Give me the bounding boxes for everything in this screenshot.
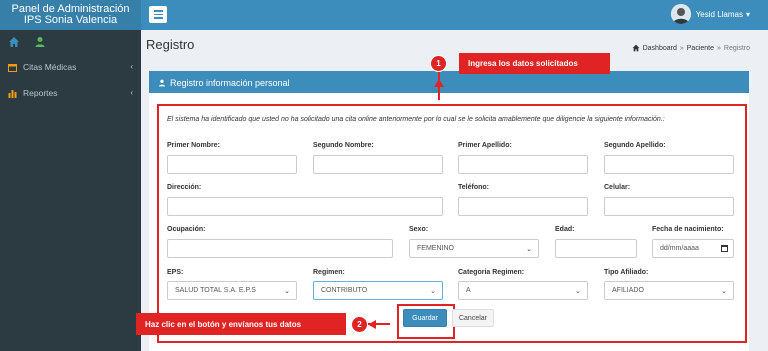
- direccion-label: Dirección:: [167, 184, 202, 191]
- sidebar-item-label: Reportes: [23, 88, 58, 98]
- segundo-apellido-input[interactable]: [604, 155, 734, 174]
- chevron-down-icon: ⌄: [284, 288, 290, 295]
- bar-chart-icon: [8, 89, 17, 98]
- categoria-regimen-label: Categoria Regimen:: [458, 269, 525, 276]
- primer-apellido-input[interactable]: [458, 155, 588, 174]
- edad-input[interactable]: [555, 239, 637, 258]
- tipo-afiliado-select[interactable]: AFILIADO ⌄: [604, 281, 734, 300]
- sidebar-item-reportes[interactable]: Reportes ‹: [0, 80, 141, 106]
- breadcrumb-registro: Registro: [723, 44, 750, 52]
- calendar-icon: [8, 63, 17, 72]
- regimen-label: Regimen:: [313, 269, 345, 276]
- brand[interactable]: Panel de Administración IPS Sonia Valenc…: [0, 0, 141, 30]
- sidebar-quick-icons: [0, 30, 141, 54]
- box-header: Registro información personal: [149, 73, 749, 93]
- breadcrumb-separator: »: [679, 44, 684, 52]
- segundo-nombre-label: Segundo Nombre:: [313, 142, 374, 149]
- registration-box: Registro información personal El sistema…: [149, 71, 749, 351]
- dashboard-icon: [632, 44, 639, 52]
- sidebar-item-label: Citas Médicas: [23, 62, 77, 72]
- ocupacion-label: Ocupación:: [167, 226, 206, 233]
- chevron-down-icon: ⌄: [526, 246, 532, 253]
- sidebar: Panel de Administración IPS Sonia Valenc…: [0, 0, 141, 351]
- main-content: Registro Dashboard » Paciente » Registro…: [141, 30, 768, 351]
- fecha-nacimiento-label: Fecha de nacimiento:: [652, 226, 724, 233]
- breadcrumb-dashboard[interactable]: Dashboard: [643, 45, 677, 52]
- breadcrumb: Dashboard » Paciente » Registro: [632, 44, 750, 52]
- breadcrumb-paciente[interactable]: Paciente: [687, 45, 714, 52]
- caret-down-icon: ▾: [745, 9, 750, 19]
- annotation-1-label: Ingresa los datos solicitados: [459, 53, 610, 74]
- info-notice: El sistema ha identificado que usted no …: [167, 116, 665, 123]
- annotation-1-number: 1: [430, 55, 447, 72]
- user-icon[interactable]: [34, 36, 46, 48]
- telefono-label: Teléfono:: [458, 184, 489, 191]
- top-navbar: Yesid Llamas ▾: [141, 0, 768, 30]
- eps-value: SALUD TOTAL S.A. E.P.S: [175, 287, 256, 294]
- categoria-regimen-value: A: [466, 287, 471, 294]
- breadcrumb-separator: »: [717, 44, 721, 52]
- arrow-right-icon: [368, 320, 376, 329]
- edad-label: Edad:: [555, 226, 575, 233]
- sexo-value: FEMENINO: [417, 245, 454, 252]
- segundo-apellido-label: Segundo Apellido:: [604, 142, 666, 149]
- annotation-2-number: 2: [351, 316, 368, 333]
- chevron-left-icon: ‹: [130, 88, 133, 97]
- arrow-up-icon: [434, 79, 444, 87]
- primer-nombre-input[interactable]: [167, 155, 297, 174]
- chevron-down-icon: ⌄: [721, 288, 727, 295]
- categoria-regimen-select[interactable]: A ⌄: [458, 281, 588, 300]
- celular-input[interactable]: [604, 197, 734, 216]
- chevron-left-icon: ‹: [130, 62, 133, 71]
- eps-select[interactable]: SALUD TOTAL S.A. E.P.S ⌄: [167, 281, 297, 300]
- cancel-button[interactable]: Cancelar: [452, 309, 494, 327]
- annotation-2-label: Haz clic en el botón y envíanos tus dato…: [136, 313, 346, 335]
- primer-apellido-label: Primer Apellido:: [458, 142, 512, 149]
- regimen-value: CONTRIBUTO: [321, 287, 368, 294]
- tipo-afiliado-label: Tipo Afiliado:: [604, 269, 649, 276]
- sexo-select[interactable]: FEMENINO ⌄: [409, 239, 539, 258]
- user-name: Yesid Llamas: [695, 9, 743, 19]
- calendar-icon[interactable]: [721, 245, 728, 252]
- avatar: [670, 4, 691, 24]
- sexo-label: Sexo:: [409, 226, 429, 233]
- ocupacion-input[interactable]: [167, 239, 393, 258]
- hamburger-icon[interactable]: [149, 6, 167, 23]
- brand-line2: IPS Sonia Valencia: [23, 14, 118, 26]
- telefono-input[interactable]: [458, 197, 588, 216]
- primer-nombre-label: Primer Nombre:: [167, 142, 220, 149]
- home-icon[interactable]: [8, 36, 20, 48]
- save-button[interactable]: Guardar: [403, 309, 447, 327]
- celular-label: Celular:: [604, 184, 631, 191]
- user-menu[interactable]: Yesid Llamas ▾: [670, 4, 750, 24]
- user-icon: [159, 79, 165, 87]
- page-title: Registro: [146, 37, 195, 52]
- chevron-down-icon: ⌄: [430, 288, 436, 295]
- sidebar-item-citas-medicas[interactable]: Citas Médicas ‹: [0, 54, 141, 80]
- segundo-nombre-input[interactable]: [313, 155, 443, 174]
- eps-label: EPS:: [167, 269, 184, 276]
- fecha-placeholder: dd/mm/aaaa: [660, 245, 699, 252]
- fecha-nacimiento-input[interactable]: dd/mm/aaaa: [652, 239, 734, 258]
- box-title: Registro información personal: [170, 78, 290, 88]
- tipo-afiliado-value: AFILIADO: [612, 287, 644, 294]
- regimen-select[interactable]: CONTRIBUTO ⌄: [313, 281, 443, 300]
- direccion-input[interactable]: [167, 197, 443, 216]
- chevron-down-icon: ⌄: [575, 288, 581, 295]
